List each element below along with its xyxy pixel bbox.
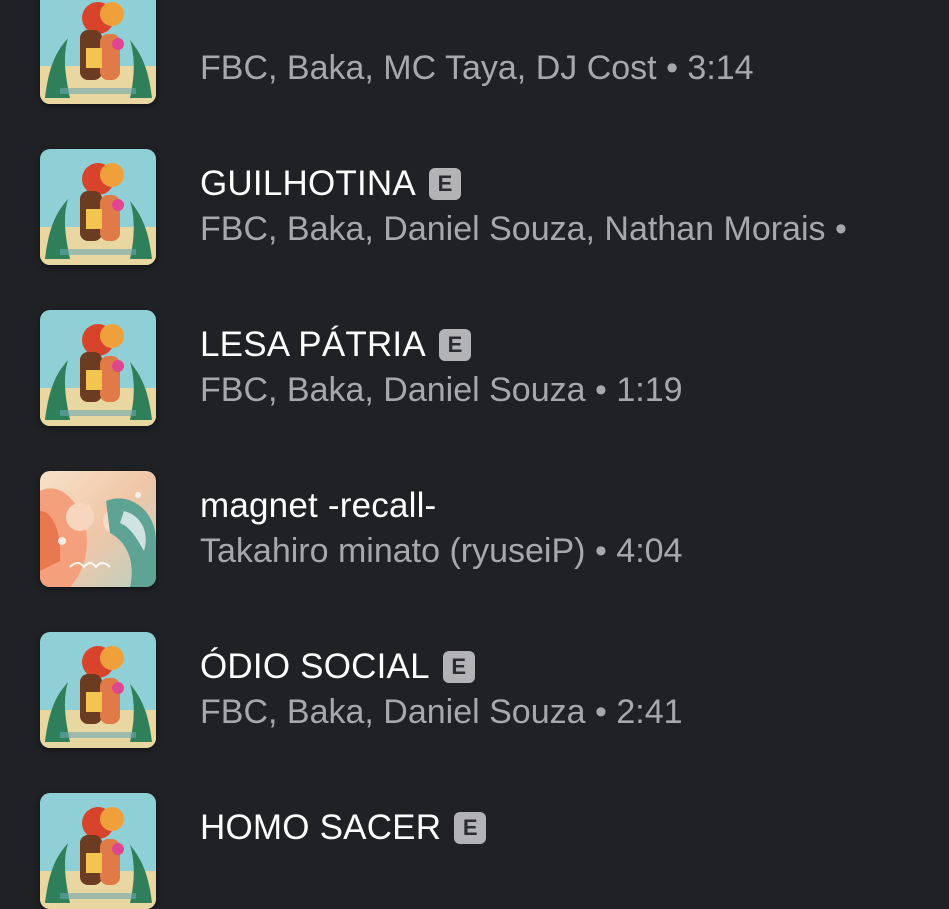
album-art-fbc [40, 793, 156, 909]
track-title-row: magnet -recall- [200, 483, 436, 529]
track-list: FBC, Baka, MC Taya, DJ Cost • 3:14 GUILH… [0, 0, 949, 909]
track-title: LESA PÁTRIA [200, 325, 426, 364]
explicit-badge: E [442, 651, 475, 683]
track-title-row: LESA PÁTRIA E [200, 322, 471, 368]
explicit-badge: E [438, 329, 471, 361]
track-title-row: GUILHOTINA E [200, 161, 461, 207]
explicit-badge: E [428, 168, 461, 200]
track-row[interactable]: magnet -recall- Takahiro minato (ryuseiP… [0, 397, 949, 587]
track-title-row: ÓDIO SOCIAL E [200, 644, 475, 690]
track-row[interactable]: LESA PÁTRIA E FBC, Baka, Daniel Souza • … [0, 236, 949, 426]
explicit-badge: E [454, 812, 487, 844]
track-title: ÓDIO SOCIAL [200, 647, 430, 686]
track-row[interactable]: HOMO SACER E [0, 719, 949, 909]
track-row[interactable]: GUILHOTINA E FBC, Baka, Daniel Souza, Na… [0, 75, 949, 265]
track-title: GUILHOTINA [200, 164, 416, 203]
track-title: HOMO SACER [200, 808, 442, 847]
track-title: magnet -recall- [200, 486, 437, 525]
track-row[interactable]: ÓDIO SOCIAL E FBC, Baka, Daniel Souza • … [0, 558, 949, 748]
track-row[interactable]: FBC, Baka, MC Taya, DJ Cost • 3:14 [0, 0, 949, 104]
track-title-row: HOMO SACER E [200, 805, 487, 851]
